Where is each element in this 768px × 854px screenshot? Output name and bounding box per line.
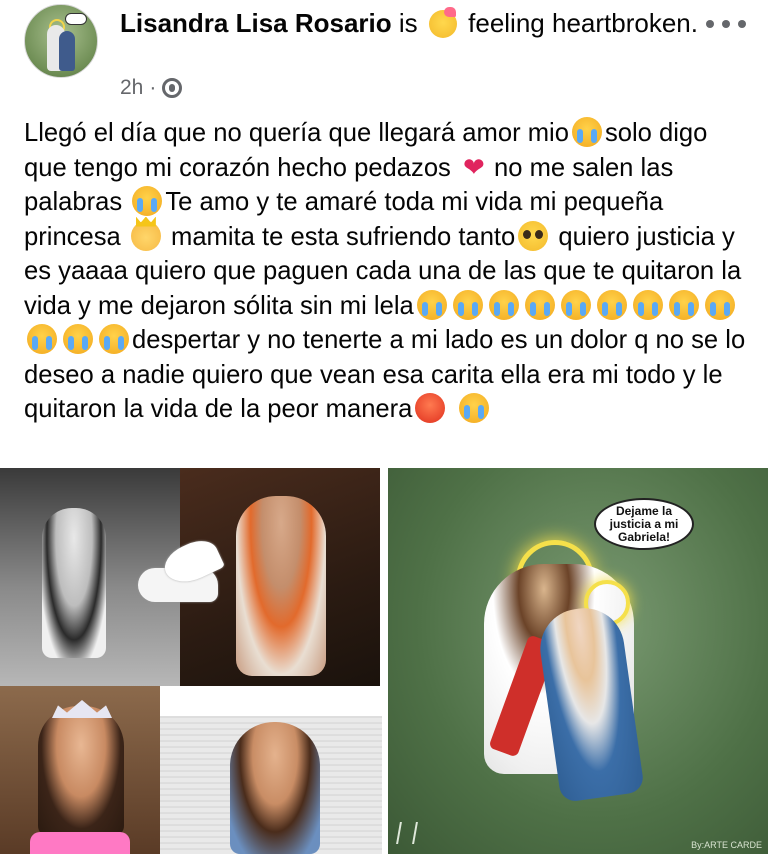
- crying-emoji-icon: [596, 289, 627, 320]
- post-time[interactable]: 2h: [120, 76, 143, 100]
- meta-separator: ·: [149, 76, 157, 99]
- more-options-icon[interactable]: [706, 14, 746, 34]
- crying-emoji-icon: [132, 186, 163, 216]
- crying-emoji-icon: [668, 289, 699, 320]
- artist-logo-icon: [396, 822, 418, 844]
- illustration-speech-bubble: Dejame la justicia a mi Gabriela!: [594, 498, 694, 550]
- crying-emoji-icon: [524, 289, 555, 320]
- post-text-segment: mamita te esta sufriendo tanto: [171, 222, 516, 251]
- crying-emoji-icon: [99, 324, 129, 354]
- post-body-text: Llegó el día que no quería que llegará a…: [24, 116, 752, 427]
- crying-emoji-icon: [560, 289, 591, 320]
- globe-icon[interactable]: [162, 78, 183, 98]
- crying-emoji-icon: [27, 324, 57, 354]
- birthday-cake: [30, 832, 130, 854]
- crying-emoji-icon: [63, 324, 93, 354]
- angry-emoji-icon: [415, 393, 446, 423]
- pleading-emoji-icon: [518, 220, 549, 251]
- crying-emoji-icon: [416, 289, 447, 320]
- dove-image: [118, 538, 236, 628]
- illustration-image[interactable]: Dejame la justicia a mi Gabriela! By:ART…: [388, 468, 768, 854]
- photo-subject: [38, 706, 124, 836]
- crying-emoji-icon: [571, 117, 602, 147]
- avatar-figure-2: [59, 31, 75, 71]
- crying-emoji-icon: [704, 289, 735, 320]
- post-header: Lisandra Lisa Rosario is feeling heartbr…: [0, 0, 768, 110]
- photo-subject: [236, 496, 326, 676]
- dot: [738, 20, 746, 28]
- photo-birthday[interactable]: [0, 686, 160, 854]
- feeling-text: feeling heartbroken.: [468, 8, 698, 38]
- tiara: [52, 700, 112, 718]
- crying-emoji-icon: [458, 393, 489, 423]
- heartbroken-emoji-icon: [428, 7, 457, 38]
- status-prefix: is: [398, 8, 418, 38]
- photo-subject: [230, 722, 320, 854]
- dot: [706, 20, 714, 28]
- post-author-line: Lisandra Lisa Rosario is feeling heartbr…: [120, 4, 700, 42]
- avatar-speech-bubble: [65, 13, 87, 25]
- crying-emoji-icon: [452, 289, 483, 320]
- broken-heart-emoji-icon: [461, 150, 491, 185]
- illustration-credit: By:ARTE CARDE: [691, 840, 762, 850]
- photo-newspaper-wall[interactable]: [160, 716, 382, 854]
- crying-emoji-icon: [632, 289, 663, 320]
- crown-emoji-icon: [130, 220, 161, 251]
- post-text-segment: Llegó el día que no quería que llegará a…: [24, 119, 569, 147]
- dot: [722, 20, 730, 28]
- post-photo-grid[interactable]: Dejame la justicia a mi Gabriela! By:ART…: [0, 468, 768, 854]
- photo-subject: [42, 508, 106, 658]
- author-name[interactable]: Lisandra Lisa Rosario: [120, 8, 392, 38]
- author-avatar[interactable]: [24, 4, 98, 78]
- crying-emoji-icon: [488, 289, 519, 320]
- post-text-segment: despertar y no tenerte a mi lado es un d…: [24, 326, 746, 423]
- post-meta: 2h ·: [120, 76, 183, 100]
